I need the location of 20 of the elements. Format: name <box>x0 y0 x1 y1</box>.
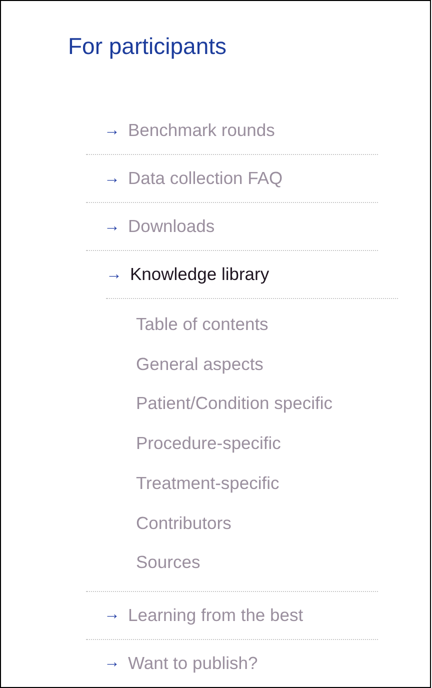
arrow-icon: → <box>104 122 120 140</box>
arrow-icon: → <box>104 170 120 188</box>
menu-link[interactable]: Knowledge library <box>130 264 270 285</box>
submenu-link[interactable]: Sources <box>136 543 378 583</box>
arrow-icon: → <box>104 606 120 624</box>
submenu-link[interactable]: General aspects <box>136 344 378 384</box>
arrow-icon: → <box>104 218 120 236</box>
arrow-icon: → <box>104 654 120 672</box>
menu-link[interactable]: Downloads <box>128 216 215 237</box>
submenu-link[interactable]: Table of contents <box>136 305 378 345</box>
submenu-link[interactable]: Procedure-specific <box>136 424 378 464</box>
menu-link[interactable]: Want to publish? <box>128 652 258 674</box>
arrow-icon: → <box>106 266 122 284</box>
submenu-link[interactable]: Patient/Condition specific <box>136 384 378 424</box>
submenu-link[interactable]: Contributors <box>136 504 378 544</box>
menu-link[interactable]: Data collection FAQ <box>128 168 283 189</box>
menu-link[interactable]: Benchmark rounds <box>128 120 275 141</box>
section-title: For participants <box>68 32 228 61</box>
submenu-link[interactable]: Treatment-specific <box>136 464 378 504</box>
menu-link[interactable]: Learning from the best <box>128 604 304 626</box>
